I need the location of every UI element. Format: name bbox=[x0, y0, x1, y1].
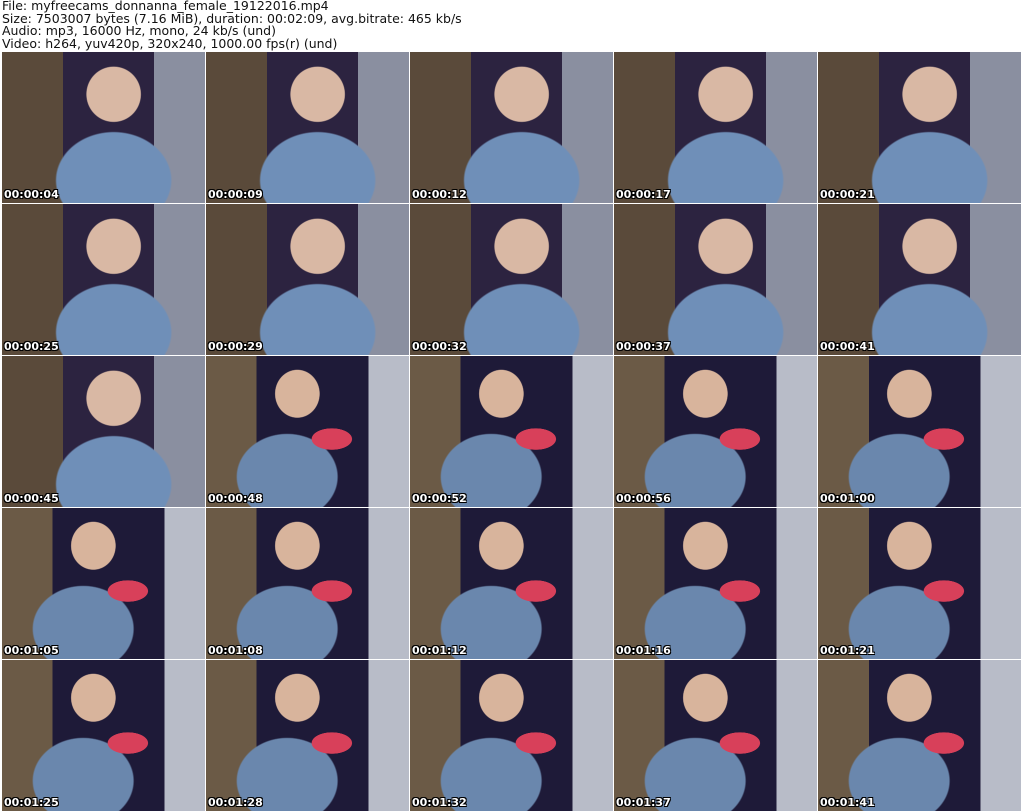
frame-timestamp: 00:01:41 bbox=[820, 796, 875, 809]
frame-timestamp: 00:00:29 bbox=[208, 340, 263, 353]
video-frame-thumbnail: 00:00:52 bbox=[410, 356, 613, 507]
video-frame-thumbnail: 00:01:12 bbox=[410, 508, 613, 659]
frame-timestamp: 00:00:25 bbox=[4, 340, 59, 353]
video-frame-thumbnail: 00:01:32 bbox=[410, 660, 613, 811]
frame-timestamp: 00:01:32 bbox=[412, 796, 467, 809]
video-frame-thumbnail: 00:01:05 bbox=[2, 508, 205, 659]
frame-timestamp: 00:01:37 bbox=[616, 796, 671, 809]
video-frame-thumbnail: 00:00:17 bbox=[614, 52, 817, 203]
frame-timestamp: 00:00:12 bbox=[412, 188, 467, 201]
frame-timestamp: 00:01:16 bbox=[616, 644, 671, 657]
video-frame-thumbnail: 00:00:32 bbox=[410, 204, 613, 355]
video-frame-thumbnail: 00:01:37 bbox=[614, 660, 817, 811]
file-info-header: File: myfreecams_donnanna_female_1912201… bbox=[2, 0, 462, 50]
video-frame-thumbnail: 00:01:16 bbox=[614, 508, 817, 659]
video-frame-thumbnail: 00:00:29 bbox=[206, 204, 409, 355]
frame-timestamp: 00:00:09 bbox=[208, 188, 263, 201]
frame-timestamp: 00:00:04 bbox=[4, 188, 59, 201]
thumbnail-grid: 00:00:04 00:00:09 00:00:12 00:00:17 00:00:21… bbox=[2, 52, 1021, 811]
frame-timestamp: 00:00:17 bbox=[616, 188, 671, 201]
video-frame-thumbnail: 00:00:09 bbox=[206, 52, 409, 203]
frame-timestamp: 00:01:08 bbox=[208, 644, 263, 657]
frame-timestamp: 00:00:37 bbox=[616, 340, 671, 353]
frame-timestamp: 00:01:05 bbox=[4, 644, 59, 657]
video-info: Video: h264, yuv420p, 320x240, 1000.00 f… bbox=[2, 35, 338, 51]
video-frame-thumbnail: 00:00:21 bbox=[818, 52, 1021, 203]
frame-timestamp: 00:00:41 bbox=[820, 340, 875, 353]
video-frame-thumbnail: 00:00:04 bbox=[2, 52, 205, 203]
video-frame-thumbnail: 00:00:56 bbox=[614, 356, 817, 507]
frame-timestamp: 00:00:45 bbox=[4, 492, 59, 505]
video-frame-thumbnail: 00:00:25 bbox=[2, 204, 205, 355]
video-frame-thumbnail: 00:01:28 bbox=[206, 660, 409, 811]
frame-timestamp: 00:00:32 bbox=[412, 340, 467, 353]
frame-timestamp: 00:01:00 bbox=[820, 492, 875, 505]
frame-timestamp: 00:01:25 bbox=[4, 796, 59, 809]
video-frame-thumbnail: 00:01:41 bbox=[818, 660, 1021, 811]
video-frame-thumbnail: 00:00:45 bbox=[2, 356, 205, 507]
video-frame-thumbnail: 00:01:21 bbox=[818, 508, 1021, 659]
video-frame-thumbnail: 00:00:12 bbox=[410, 52, 613, 203]
video-frame-thumbnail: 00:01:08 bbox=[206, 508, 409, 659]
video-frame-thumbnail: 00:01:00 bbox=[818, 356, 1021, 507]
frame-timestamp: 00:00:52 bbox=[412, 492, 467, 505]
frame-timestamp: 00:00:56 bbox=[616, 492, 671, 505]
frame-timestamp: 00:01:21 bbox=[820, 644, 875, 657]
video-frame-thumbnail: 00:00:41 bbox=[818, 204, 1021, 355]
frame-timestamp: 00:00:48 bbox=[208, 492, 263, 505]
video-frame-thumbnail: 00:00:48 bbox=[206, 356, 409, 507]
video-frame-thumbnail: 00:00:37 bbox=[614, 204, 817, 355]
frame-timestamp: 00:01:28 bbox=[208, 796, 263, 809]
frame-timestamp: 00:01:12 bbox=[412, 644, 467, 657]
frame-timestamp: 00:00:21 bbox=[820, 188, 875, 201]
video-frame-thumbnail: 00:01:25 bbox=[2, 660, 205, 811]
